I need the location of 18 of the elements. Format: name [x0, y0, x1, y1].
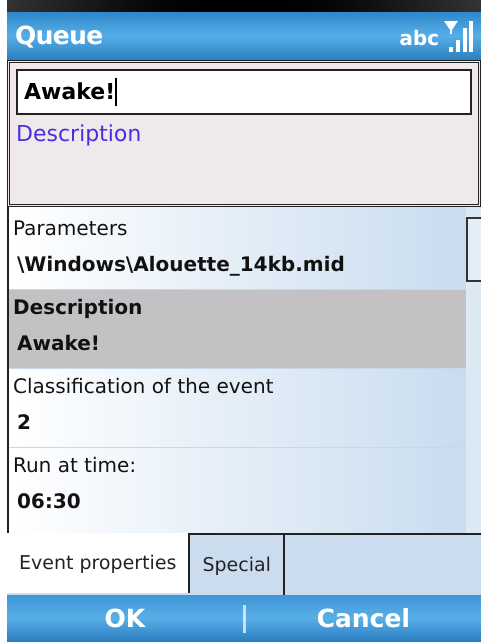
property-item[interactable]: Run at time: 06:30: [9, 448, 466, 526]
property-item[interactable]: Description Awake!: [9, 290, 466, 369]
property-label: Parameters: [13, 215, 128, 242]
property-label: Classification of the event: [13, 373, 274, 400]
input-mode-indicator: abc: [399, 25, 439, 52]
property-value: Awake!: [16, 330, 100, 357]
property-label: Description: [13, 294, 142, 321]
name-input-field[interactable]: Awake!: [16, 69, 472, 115]
property-value: \Windows\Alouette_14kb.mid: [16, 251, 345, 278]
scrollbar[interactable]: [466, 207, 481, 533]
property-value: 06:30: [16, 488, 81, 515]
window-title: Queue: [15, 20, 103, 52]
description-label: Description: [16, 121, 142, 149]
property-value: 2: [16, 409, 31, 436]
signal-strength-icon: [443, 19, 473, 53]
tab[interactable]: Event properties: [7, 533, 190, 593]
property-label: Run at time:: [13, 452, 136, 479]
scrollbar-thumb[interactable]: [466, 217, 481, 282]
